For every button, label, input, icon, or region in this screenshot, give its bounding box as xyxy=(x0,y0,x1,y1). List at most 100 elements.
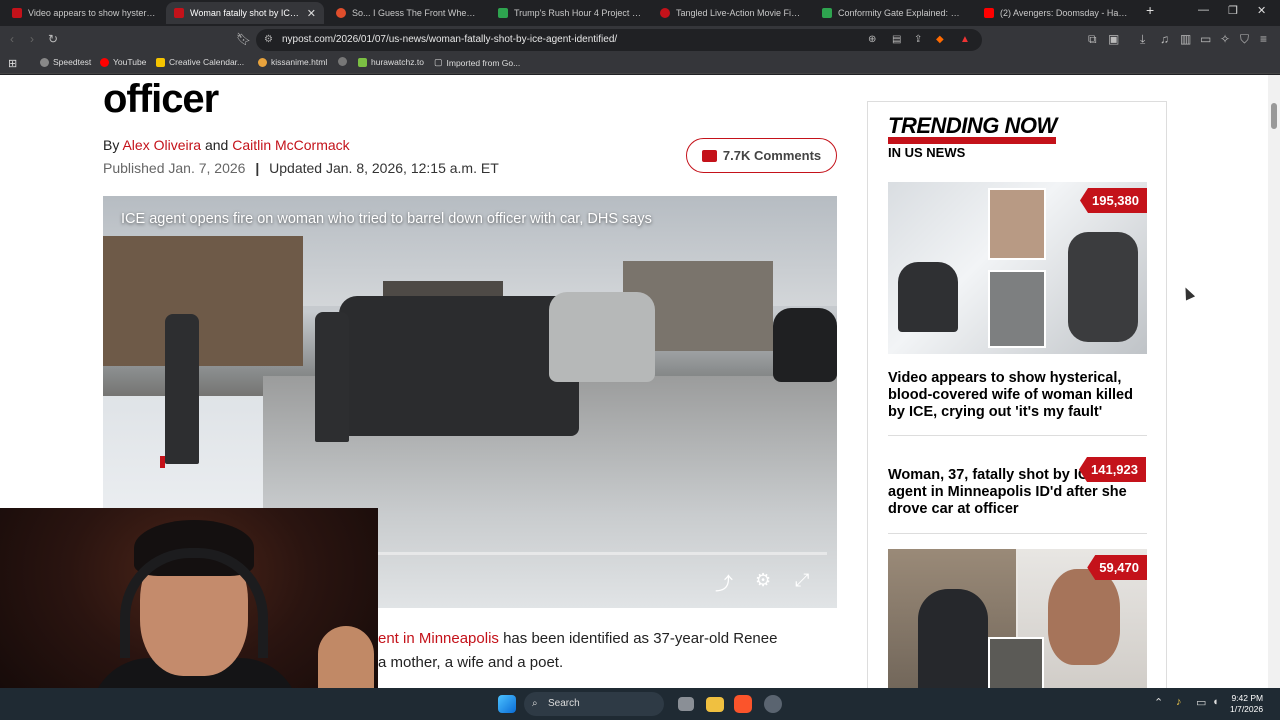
clock-date: 1/7/2026 xyxy=(1230,704,1264,714)
author-link[interactable]: Alex Oliveira xyxy=(122,137,201,153)
body-text: has been identified as 37-year-old Renee xyxy=(498,630,778,647)
bookmark-folder[interactable]: ▢ Imported from Go... xyxy=(434,57,520,68)
apps-grid-icon[interactable]: ⊞ xyxy=(8,57,17,70)
site-favicon-icon xyxy=(498,8,508,18)
trending-thumbnail[interactable]: 59,470 xyxy=(888,549,1147,688)
reload-icon[interactable]: ↻ xyxy=(48,32,58,46)
fullscreen-icon[interactable]: ⤢ xyxy=(795,570,809,591)
trending-subtitle: IN US NEWS xyxy=(888,145,966,160)
browser-tab[interactable]: Trump's Rush Hour 4 Project Is Gett xyxy=(490,2,650,24)
trending-headline[interactable]: Video appears to show hysterical, blood-… xyxy=(888,370,1150,421)
bookmark-item[interactable]: Speedtest xyxy=(40,57,91,67)
bookmark-label: kissanime.html xyxy=(271,57,328,67)
sidebar-icon[interactable]: ▥ xyxy=(1180,32,1191,46)
thumbnail-inset-photo xyxy=(988,270,1046,348)
bookmark-item[interactable]: hurawatchz.to xyxy=(358,57,424,67)
url-bar[interactable]: ⚙︎ nypost.com/2026/01/07/us-news/woman-f… xyxy=(256,29,982,51)
video-scene-car xyxy=(549,292,655,382)
youtube-icon xyxy=(100,57,109,67)
tab-title: So... I Guess The Front Wheel Isn't M xyxy=(352,8,480,18)
tray-overflow-icon[interactable]: ⌃ xyxy=(1154,696,1163,709)
updated-date: Updated Jan. 8, 2026, 12:15 a.m. ET xyxy=(269,160,499,176)
bookmark-label: Creative Calendar... xyxy=(169,57,245,67)
hurawatch-icon xyxy=(358,57,367,67)
reader-icon[interactable]: ▤ xyxy=(892,29,901,51)
divider xyxy=(888,533,1147,534)
tab-title: Conformity Gate Explained: Why Stra xyxy=(838,8,966,18)
calendar-icon xyxy=(156,57,165,67)
site-favicon-icon xyxy=(822,8,832,18)
zoom-icon[interactable]: ⊕ xyxy=(868,29,876,51)
app-icon[interactable] xyxy=(764,695,782,713)
trending-thumbnail[interactable]: 195,380 xyxy=(888,182,1147,354)
comments-button[interactable]: 7.7K Comments xyxy=(686,138,837,173)
wallet-icon[interactable]: ▭ xyxy=(1200,32,1211,46)
speedtest-icon xyxy=(40,57,49,67)
back-icon[interactable]: ‹ xyxy=(10,32,14,46)
article-headline: officer xyxy=(103,77,219,121)
thumbnail-figure xyxy=(1068,232,1138,342)
browser-tab[interactable]: (2) Avengers: Doomsday - Have Mar xyxy=(976,2,1136,24)
browser-tab[interactable]: So... I Guess The Front Wheel Isn't M xyxy=(328,2,488,24)
mic-icon[interactable]: ♪ xyxy=(1176,696,1182,708)
comments-count: 7.7K Comments xyxy=(722,148,822,163)
browser-tab[interactable]: Video appears to show hysterical, bl xyxy=(4,2,164,24)
url-text: nypost.com/2026/01/07/us-news/woman-fata… xyxy=(282,34,618,45)
tab-title: Video appears to show hysterical, bl xyxy=(28,8,156,18)
extensions-icon[interactable]: ⧉ xyxy=(1088,32,1097,46)
close-tab-icon[interactable]: ✕ xyxy=(307,7,316,20)
bookmark-label: hurawatchz.to xyxy=(371,57,424,67)
system-clock[interactable]: 9:42 PM 1/7/2026 xyxy=(1230,693,1263,715)
page-scrollbar[interactable] xyxy=(1268,75,1280,688)
restore-icon[interactable]: ❐ xyxy=(1228,4,1238,17)
by-prefix: By xyxy=(103,137,120,153)
reddit-favicon-icon xyxy=(336,8,346,18)
brave-browser-icon[interactable] xyxy=(734,695,752,713)
minimize-icon[interactable]: — xyxy=(1198,4,1209,16)
trending-underline xyxy=(888,137,1056,144)
bookmark-item[interactable]: YouTube xyxy=(100,57,146,67)
share-icon[interactable]: ⤴ xyxy=(715,570,733,596)
bookmark-item[interactable] xyxy=(338,57,347,66)
file-explorer-icon[interactable] xyxy=(706,697,724,712)
youtube-favicon-icon xyxy=(984,8,994,18)
music-icon[interactable]: ♫ xyxy=(1160,32,1169,46)
browser-tab[interactable]: Tangled Live-Action Movie Finds Its L xyxy=(652,2,812,24)
leo-ai-icon[interactable]: ✧ xyxy=(1220,32,1230,46)
close-window-icon[interactable]: ✕ xyxy=(1257,4,1266,17)
vpn-icon[interactable]: ⛉ xyxy=(1240,32,1249,46)
scrollbar-thumb[interactable] xyxy=(1271,103,1277,129)
video-caption: ICE agent opens fire on woman who tried … xyxy=(121,211,652,227)
task-view-icon[interactable] xyxy=(678,697,694,711)
taskbar-search[interactable]: ⌕ Search xyxy=(524,692,664,716)
article-dates: Published Jan. 7, 2026 | Updated Jan. 8,… xyxy=(103,160,499,176)
browser-tab[interactable]: Conformity Gate Explained: Why Stra xyxy=(814,2,974,24)
clock-time: 9:42 PM xyxy=(1231,693,1264,703)
bookmark-item[interactable]: kissanime.html xyxy=(258,57,327,67)
nypost-favicon-icon xyxy=(12,8,22,18)
author-link[interactable]: Caitlin McCormack xyxy=(232,137,349,153)
new-tab-icon[interactable]: + xyxy=(1146,2,1154,18)
network-icon[interactable]: ▭ xyxy=(1196,696,1206,709)
bookmark-icon[interactable]: 🔖︎ xyxy=(236,32,251,46)
share-icon[interactable]: ⇪ xyxy=(914,29,922,51)
body-link[interactable]: ent in Minneapolis xyxy=(378,630,499,647)
windows-start-icon[interactable] xyxy=(498,695,516,713)
windows-taskbar: ⌕ Search ⌃ ♪ ▭ ◖ 9:42 PM 1/7/2026 xyxy=(0,688,1280,720)
site-settings-icon[interactable]: ⚙︎ xyxy=(264,29,273,51)
bookmark-item[interactable]: Creative Calendar... xyxy=(156,57,244,67)
video-scene-officer xyxy=(315,312,349,442)
thumbnail-figure xyxy=(898,262,958,332)
volume-icon[interactable]: ◖ xyxy=(1212,696,1219,708)
rewards-icon[interactable]: ▲ xyxy=(960,29,970,51)
download-icon[interactable]: ⤓ xyxy=(1140,32,1145,46)
views-badge: 141,923 xyxy=(1079,457,1146,482)
menu-icon[interactable]: ≡ xyxy=(1260,32,1267,46)
video-marker xyxy=(160,456,165,468)
thumbnail-inset-photo xyxy=(988,637,1044,688)
tab-search-icon[interactable]: ▣ xyxy=(1108,32,1119,46)
settings-gear-icon[interactable]: ⚙ xyxy=(755,570,771,591)
forward-icon[interactable]: › xyxy=(30,32,34,46)
browser-tab-active[interactable]: Woman fatally shot by ICE agent ✕ xyxy=(166,2,324,24)
brave-shields-icon[interactable]: ◆ xyxy=(936,29,944,51)
